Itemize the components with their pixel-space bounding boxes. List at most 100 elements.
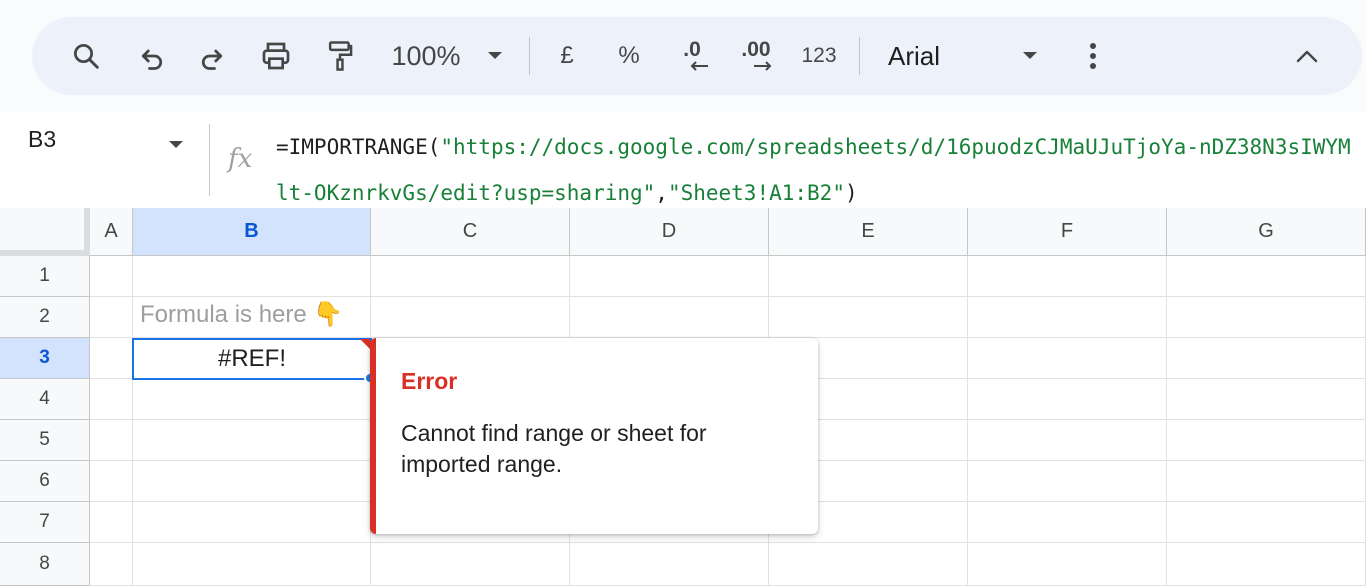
error-indicator[interactable] [360, 339, 370, 349]
grid-cell[interactable] [90, 461, 133, 502]
grid-cell[interactable] [133, 543, 371, 586]
column-header-g[interactable]: G [1167, 208, 1366, 256]
grid-cell[interactable] [90, 502, 133, 543]
cell-b2[interactable]: Formula is here 👇 [140, 300, 343, 329]
grid-cell[interactable] [1167, 256, 1366, 297]
grid-cell[interactable] [968, 379, 1167, 420]
paint-format-icon [328, 41, 353, 71]
grid-cell[interactable] [1167, 420, 1366, 461]
grid-cell[interactable] [968, 297, 1167, 338]
more-vert-icon [1090, 43, 1096, 69]
undo-icon [141, 49, 163, 70]
paint-format-button[interactable] [320, 17, 360, 95]
increase-decimal-button[interactable]: .00 [734, 17, 778, 95]
zoom-select[interactable]: 100% [386, 17, 466, 95]
chevron-down-icon [488, 52, 502, 59]
name-box[interactable]: B3 [28, 126, 56, 153]
number-format-label: 123 [801, 44, 837, 67]
grid-cell[interactable] [90, 379, 133, 420]
decrease-decimal-button[interactable]: .0 [672, 17, 712, 95]
grid-cell[interactable] [968, 543, 1167, 586]
row-header-3[interactable]: 3 [0, 338, 90, 379]
grid-cell[interactable] [769, 297, 968, 338]
grid-cell[interactable] [570, 543, 769, 586]
selected-cell-border [132, 338, 372, 380]
grid-cell[interactable] [90, 543, 133, 586]
formula-range-arg: "Sheet3!A1:B2" [667, 181, 845, 205]
formula-prefix: =IMPORTRANGE( [276, 135, 441, 159]
chevron-down-icon [169, 141, 183, 148]
percent-format-button[interactable]: % [614, 17, 644, 95]
column-header-f[interactable]: F [968, 208, 1167, 256]
grid-cell[interactable] [133, 256, 371, 297]
grid-cell[interactable] [769, 543, 968, 586]
column-header-e[interactable]: E [769, 208, 968, 256]
arrow-left-icon [690, 61, 708, 71]
grid-cell[interactable] [769, 256, 968, 297]
grid-cell[interactable] [90, 420, 133, 461]
grid-cell[interactable] [133, 461, 371, 502]
percent-label: % [618, 42, 640, 69]
grid-cell[interactable] [90, 256, 133, 297]
formula-bar-divider [209, 124, 210, 196]
font-select[interactable]: Arial [888, 17, 1038, 95]
grid-cell[interactable] [371, 297, 570, 338]
currency-format-button[interactable]: £ [552, 17, 582, 95]
grid-cell[interactable] [968, 338, 1167, 379]
grid-cell[interactable] [968, 502, 1167, 543]
zoom-dropdown[interactable] [482, 17, 508, 95]
undo-button[interactable] [132, 17, 172, 95]
grid-cell[interactable] [1167, 379, 1366, 420]
grid-cell[interactable] [133, 420, 371, 461]
error-title: Error [401, 368, 458, 394]
grid-cell[interactable] [371, 543, 570, 586]
column-header-c[interactable]: C [371, 208, 570, 256]
formula-bar: B3 fx =IMPORTRANGE("https://docs.google.… [0, 112, 1366, 208]
grid-cell[interactable] [90, 297, 133, 338]
more-options-button[interactable] [1078, 17, 1108, 95]
row-header-7[interactable]: 7 [0, 502, 90, 543]
row-header-1[interactable]: 1 [0, 256, 90, 297]
redo-button[interactable] [192, 17, 232, 95]
column-header-b[interactable]: B [133, 208, 371, 256]
number-format-button[interactable]: 123 [798, 17, 840, 95]
row-header-2[interactable]: 2 [0, 297, 90, 338]
row-header-4[interactable]: 4 [0, 379, 90, 420]
grid-cell[interactable] [133, 379, 371, 420]
name-box-dropdown[interactable] [168, 137, 184, 155]
select-all-corner[interactable] [0, 208, 90, 256]
search-icon [74, 44, 99, 69]
font-dropdown[interactable] [1017, 17, 1043, 95]
print-button[interactable] [254, 17, 298, 95]
grid-cell[interactable] [90, 338, 133, 379]
row-header-8[interactable]: 8 [0, 543, 90, 586]
grid-cell[interactable] [968, 461, 1167, 502]
arrow-right-icon [754, 61, 772, 71]
fx-icon: fx [228, 144, 253, 174]
grid-cell[interactable] [1167, 461, 1366, 502]
grid-cell[interactable] [1167, 502, 1366, 543]
grid-cell[interactable] [968, 256, 1167, 297]
chevron-down-icon [1023, 52, 1037, 59]
grid-cell[interactable] [1167, 338, 1366, 379]
grid-cell[interactable] [1167, 543, 1366, 586]
grid-cell[interactable] [133, 502, 371, 543]
column-header-a[interactable]: A [90, 208, 133, 256]
row-header-5[interactable]: 5 [0, 420, 90, 461]
column-header-d[interactable]: D [570, 208, 769, 256]
redo-icon [201, 49, 223, 70]
decrease-decimal-label: .0 [683, 38, 701, 61]
font-name: Arial [888, 40, 941, 71]
toolbar: 100% £ % .0 .00 123 Arial [32, 17, 1362, 95]
grid-cell[interactable] [570, 256, 769, 297]
grid-cell[interactable] [1167, 297, 1366, 338]
search-button[interactable] [66, 17, 106, 95]
grid-cell[interactable] [570, 297, 769, 338]
row-header-6[interactable]: 6 [0, 461, 90, 502]
currency-label: £ [560, 42, 574, 69]
grid-cell[interactable] [968, 420, 1167, 461]
collapse-toolbar-button[interactable] [1290, 17, 1324, 95]
grid-cell[interactable] [371, 256, 570, 297]
formula-input[interactable]: =IMPORTRANGE("https://docs.google.com/sp… [276, 124, 1356, 216]
increase-decimal-label: .00 [741, 38, 771, 61]
